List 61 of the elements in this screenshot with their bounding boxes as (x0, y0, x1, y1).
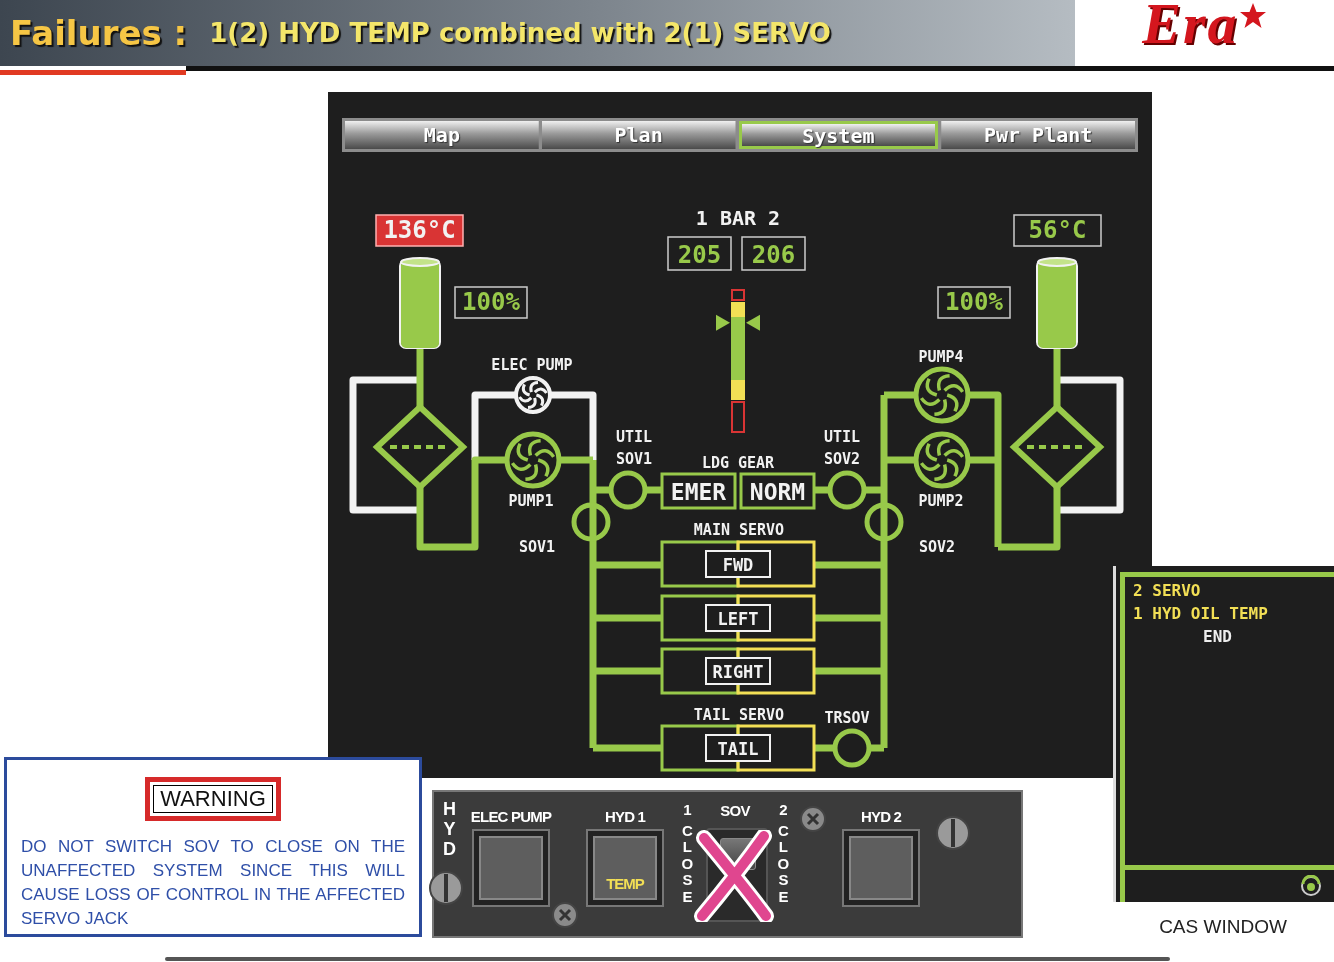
valve-label: SOV2 (918, 538, 956, 556)
panel-button[interactable]: TEMP (588, 831, 662, 905)
landing-gear-title: LDG GEAR (701, 454, 775, 472)
screw-icon (936, 816, 970, 850)
valve-icon (827, 470, 867, 510)
valve-label: SOV1 (518, 538, 556, 556)
valve-icon (608, 470, 648, 510)
valve-icon (864, 502, 904, 542)
servo-label: RIGHT (705, 657, 771, 685)
valve-icon (832, 728, 872, 768)
slide-title: 1(2) HYD TEMP combined with 2(1) SERVO (209, 18, 831, 48)
servo-label: LEFT (705, 604, 771, 632)
temperature-readout: 136°C (375, 214, 464, 247)
panel-side-label: HYD (441, 800, 457, 860)
gear-mode-box: EMER (660, 472, 737, 510)
star-icon (1238, 2, 1267, 30)
pipe (814, 744, 835, 752)
valve-label: TRSOV (824, 709, 870, 727)
valve-label: UTIL SOV2 (823, 428, 861, 468)
target-icon (1300, 875, 1322, 897)
pump-label: ELEC PUMP (491, 356, 573, 374)
gear-mode-box: NORM (739, 472, 816, 510)
temperature-readout: 56°C (1013, 214, 1102, 247)
switch-position-label: 1 CLOSE (680, 802, 694, 905)
pump-label: PUMP1 (508, 492, 554, 510)
panel-button[interactable] (474, 831, 548, 905)
warning-text: DO NOT SWITCH SOV TO CLOSE ON THE UNAFFECTED SYSTEM SINCE THIS WILL CAUSE LOSS OF CONTROL IN THE AFFECTED SERVO JACK (21, 836, 405, 930)
panel-button[interactable] (844, 831, 918, 905)
cas-message: 2 SERVO (1133, 581, 1202, 600)
warning-title: WARNING (145, 777, 281, 821)
button-label: ELEC PUMP (470, 808, 552, 825)
button-label: HYD 1 (604, 808, 646, 825)
logo-text: Era (1142, 0, 1239, 54)
reservoir-icon (399, 257, 441, 349)
screw-icon (552, 902, 578, 928)
reservoir-icon (1036, 257, 1078, 349)
switch-position-label: 2 CLOSE (776, 802, 790, 905)
pump-label: PUMP4 (918, 348, 964, 366)
tab[interactable]: Pwr Plant (941, 121, 1135, 149)
tab[interactable]: Plan (541, 121, 736, 149)
screw-icon (800, 806, 826, 832)
pump-label: PUMP2 (918, 492, 964, 510)
button-label: HYD 2 (860, 808, 902, 825)
pressure-readout: 206 (741, 236, 806, 271)
servo-label: TAIL (705, 734, 771, 762)
tab[interactable]: Map (345, 121, 539, 149)
servo-group-title: MAIN SERVO (693, 521, 785, 539)
servo-group-title: TAIL SERVO (693, 706, 785, 724)
valve-label: UTIL SOV1 (615, 428, 653, 468)
slide-label: Failures : (10, 13, 188, 53)
valve-icon (571, 502, 611, 542)
switch-label: SOV (720, 802, 750, 819)
cas-message: 1 HYD OIL TEMP (1133, 604, 1269, 623)
tab[interactable]: System (738, 121, 939, 149)
cas-caption: CAS WINDOW (1159, 916, 1287, 938)
quantity-readout: 100% (454, 286, 528, 319)
pressure-readout: 205 (667, 236, 732, 271)
cas-message: END (1202, 627, 1233, 646)
quantity-readout: 100% (937, 286, 1011, 319)
servo-label: FWD (705, 550, 771, 578)
pressure-title: 1 BAR 2 (695, 206, 781, 230)
